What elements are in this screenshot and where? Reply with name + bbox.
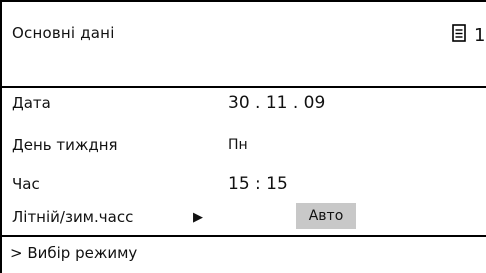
time-value[interactable]: 15 : 15 xyxy=(228,174,288,194)
time-label: Час xyxy=(12,175,40,193)
top-border xyxy=(0,0,486,2)
header-divider xyxy=(0,86,486,88)
left-border xyxy=(0,0,2,273)
page-title: Основні дані xyxy=(12,24,115,42)
page-number: 1 xyxy=(474,25,486,46)
play-arrow-icon: ▶ xyxy=(193,210,203,225)
dst-label: Літній/зим.часс xyxy=(12,208,134,226)
date-value[interactable]: 30 . 11 . 09 xyxy=(228,93,325,113)
footer-divider xyxy=(0,235,486,237)
mode-select-hint[interactable]: > Вибір режиму xyxy=(10,244,137,262)
date-label: Дата xyxy=(12,94,51,112)
settings-screen: Основні дані 1 Дата 30 . 11 . 09 День ти… xyxy=(0,0,486,273)
weekday-label: День тиждня xyxy=(12,136,118,154)
menu-page-icon xyxy=(452,24,466,46)
weekday-value[interactable]: Пн xyxy=(228,137,248,153)
dst-mode-value[interactable]: Авто xyxy=(296,203,356,229)
menu-page-icon-svg xyxy=(452,24,466,42)
